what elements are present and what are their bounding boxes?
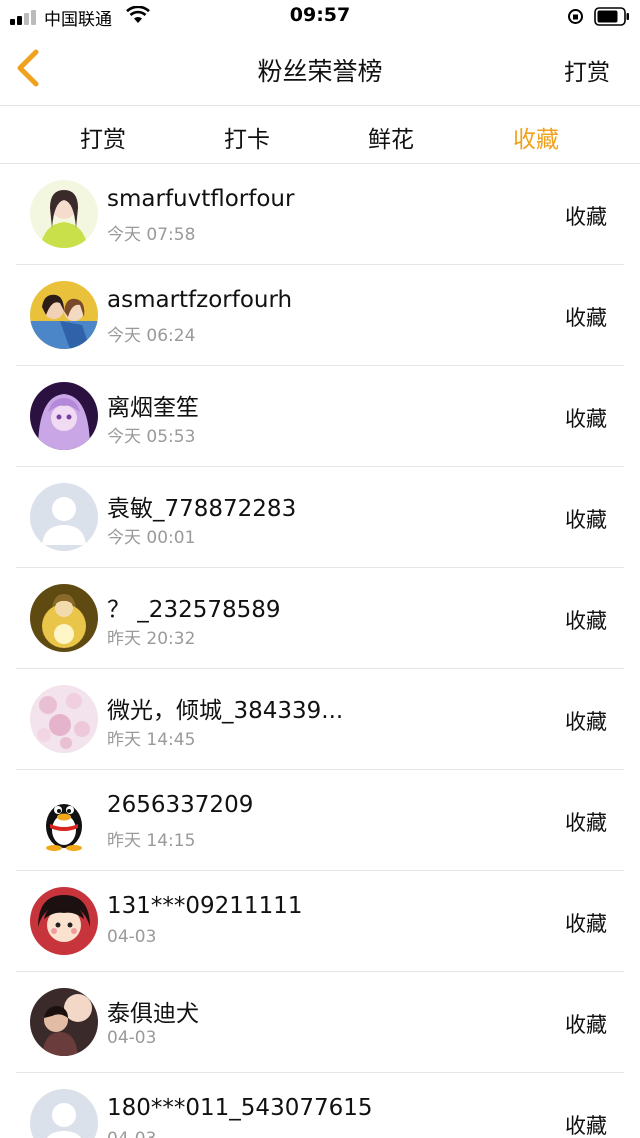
- reward-button[interactable]: 打赏: [564, 53, 610, 87]
- avatar: [30, 180, 98, 248]
- list-item[interactable]: 131***09211111 04-03 收藏: [16, 871, 624, 972]
- favorite-label: 收藏: [565, 710, 607, 734]
- list-item[interactable]: 2656337209 昨天 14:15 收藏: [16, 770, 624, 871]
- fan-time: 昨天 14:45: [107, 730, 196, 750]
- fan-name: 袁敏_778872283: [107, 496, 297, 522]
- fan-time: 04-03: [107, 1129, 156, 1138]
- list-item[interactable]: smarfuvtflorfour 今天 07:58 收藏: [16, 164, 624, 265]
- fan-time: 04-03: [107, 927, 157, 947]
- fan-time: 今天 00:01: [107, 528, 196, 548]
- avatar: [30, 786, 98, 854]
- fan-name: 131***09211111: [107, 893, 303, 919]
- list-item[interactable]: 微光，倾城_384339... 昨天 14:45 收藏: [16, 669, 624, 770]
- fan-time: 今天 06:24: [107, 326, 196, 346]
- tab-checkin[interactable]: 打卡: [187, 120, 307, 154]
- status-time: 09:57: [289, 4, 351, 26]
- fan-name: 离烟奎笙: [107, 395, 199, 421]
- favorite-label: 收藏: [565, 912, 607, 936]
- favorite-label: 收藏: [565, 407, 607, 431]
- favorite-label: 收藏: [565, 508, 607, 532]
- fan-name: 泰俱迪犬: [107, 1001, 199, 1027]
- fan-name: 180***011_543077615: [107, 1095, 373, 1121]
- fan-name: smarfuvtflorfour: [107, 186, 295, 212]
- fan-time: 今天 07:58: [107, 225, 196, 245]
- avatar: [30, 988, 98, 1056]
- favorite-label: 收藏: [565, 609, 607, 633]
- fan-time: 昨天 20:32: [107, 629, 196, 649]
- avatar: [30, 281, 98, 349]
- fan-time: 昨天 14:15: [107, 831, 196, 851]
- fan-list: smarfuvtflorfour 今天 07:58 收藏 asmartfzorf…: [16, 164, 624, 1138]
- favorite-label: 收藏: [565, 811, 607, 835]
- fan-name: 微光，倾城_384339...: [107, 698, 344, 724]
- favorite-label: 收藏: [565, 205, 607, 229]
- battery-icon: [594, 7, 630, 26]
- list-item[interactable]: 泰俱迪犬 04-03 收藏: [16, 972, 624, 1073]
- tab-reward[interactable]: 打赏: [43, 120, 163, 154]
- tab-bar: 打赏 打卡 鲜花 收藏: [0, 106, 640, 164]
- fan-name: 2656337209: [107, 792, 254, 818]
- tab-favorites[interactable]: 收藏: [476, 120, 596, 154]
- fan-time: 04-03: [107, 1028, 157, 1048]
- list-item[interactable]: 离烟奎笙 今天 05:53 收藏: [16, 366, 624, 467]
- tab-flowers[interactable]: 鲜花: [331, 120, 451, 154]
- avatar: [30, 685, 98, 753]
- fan-time: 今天 05:53: [107, 427, 196, 447]
- list-item[interactable]: ？ _232578589 昨天 20:32 收藏: [16, 568, 624, 669]
- favorite-label: 收藏: [565, 1114, 607, 1138]
- fan-name: ？ _232578589: [107, 597, 281, 623]
- rotation-lock-icon: [567, 8, 584, 25]
- list-item[interactable]: 180***011_543077615 04-03 收藏: [16, 1073, 624, 1138]
- page-title: 粉丝荣誉榜: [257, 57, 383, 86]
- favorite-label: 收藏: [565, 1013, 607, 1037]
- avatar: [30, 584, 98, 652]
- avatar: [30, 483, 98, 551]
- avatar: [30, 1089, 98, 1138]
- list-item[interactable]: asmartfzorfourh 今天 06:24 收藏: [16, 265, 624, 366]
- status-bar: 中国联通 09:57: [0, 0, 640, 34]
- avatar: [30, 887, 98, 955]
- avatar: [30, 382, 98, 450]
- fan-name: asmartfzorfourh: [107, 287, 293, 313]
- list-item[interactable]: 袁敏_778872283 今天 00:01 收藏: [16, 467, 624, 568]
- nav-header: 粉丝荣誉榜 打赏: [0, 34, 640, 106]
- favorite-label: 收藏: [565, 306, 607, 330]
